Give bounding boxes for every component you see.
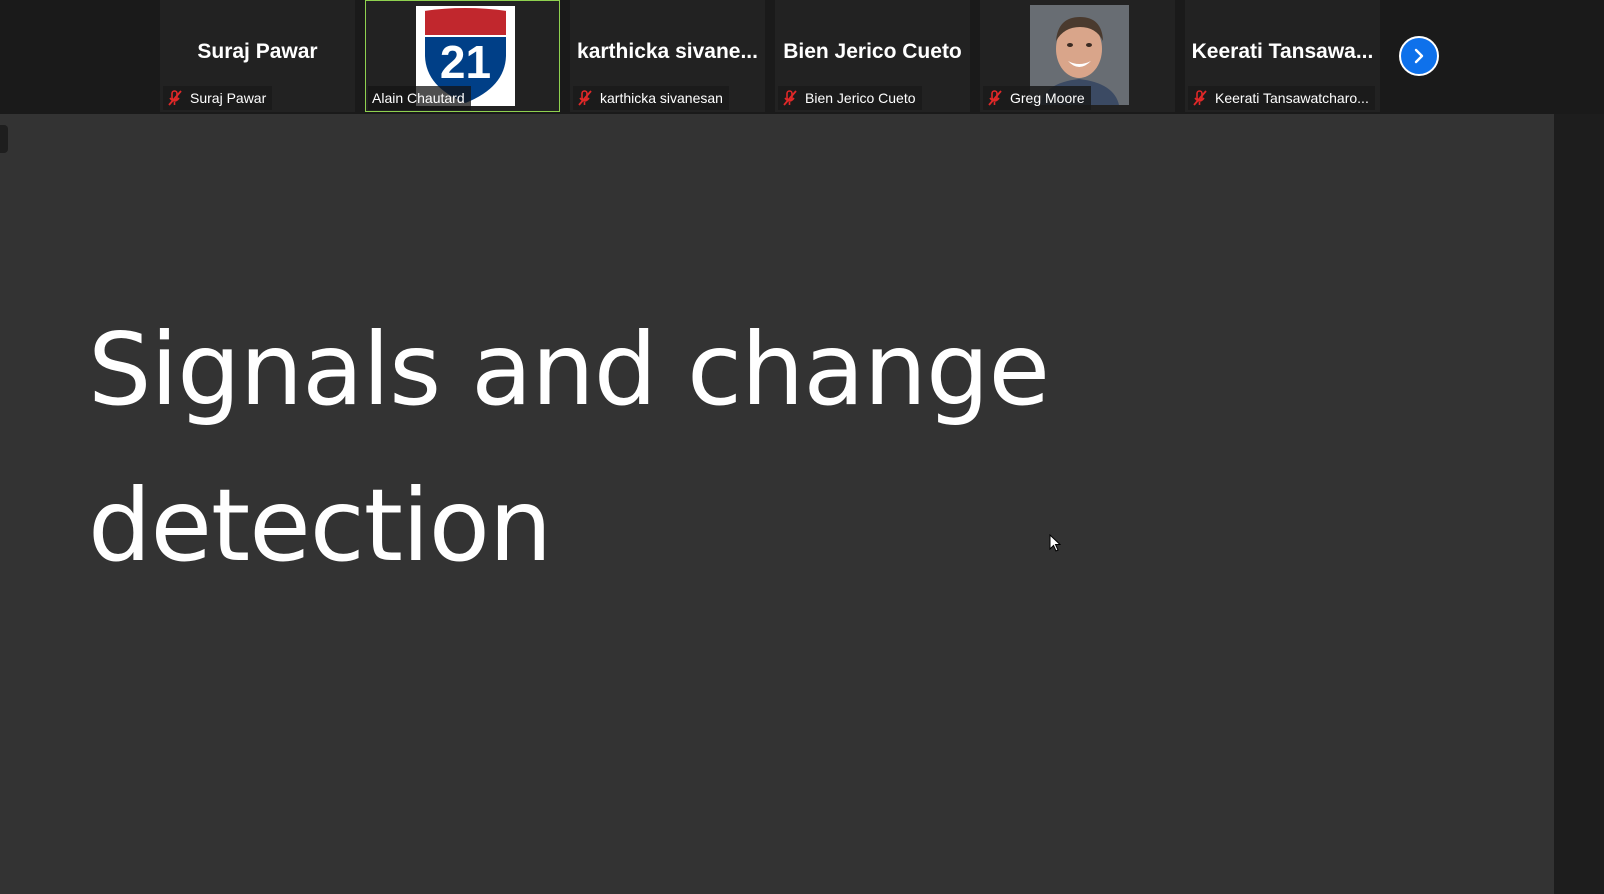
participant-tile-greg-moore[interactable]: Greg Moore: [980, 0, 1175, 112]
slide-title-line-2: detection: [88, 467, 552, 584]
participant-name-label: Suraj Pawar: [163, 86, 273, 110]
participant-display-name: Keerati Tansawa...: [1191, 40, 1374, 63]
participant-label-text: Greg Moore: [1010, 90, 1085, 106]
muted-microphone-icon: [578, 90, 592, 106]
shield-number: 21: [440, 36, 491, 88]
participant-name-label: Greg Moore: [983, 86, 1091, 110]
participant-name-label: Alain Chautard: [368, 86, 471, 110]
muted-microphone-icon: [168, 90, 182, 106]
participant-name-label: karthicka sivanesan: [573, 86, 729, 110]
participant-display-name: Bien Jerico Cueto: [783, 40, 962, 63]
participant-label-text: karthicka sivanesan: [600, 90, 723, 106]
slide-title: Signals and change detection: [88, 292, 1188, 604]
participant-name-label: Keerati Tansawatcharo...: [1188, 86, 1375, 110]
participant-display-name: Suraj Pawar: [197, 40, 318, 63]
participant-name-label: Bien Jerico Cueto: [778, 86, 922, 110]
sidebar-handle[interactable]: [0, 125, 8, 153]
participant-strip: Suraj Pawar Suraj Pawar 21 Alain Chautar…: [0, 0, 1604, 114]
right-margin-panel: [1554, 114, 1604, 894]
next-participants-button[interactable]: [1399, 36, 1439, 76]
participant-label-text: Suraj Pawar: [190, 90, 267, 106]
participant-label-text: Bien Jerico Cueto: [805, 90, 916, 106]
participant-tile-alain-chautard[interactable]: 21 Alain Chautard: [365, 0, 560, 112]
participant-tile-karthicka-sivanesan[interactable]: karthicka sivane... karthicka sivanesan: [570, 0, 765, 112]
participant-tile-bien-jerico-cueto[interactable]: Bien Jerico Cueto Bien Jerico Cueto: [775, 0, 970, 112]
chevron-right-icon: [1414, 48, 1424, 64]
participant-label-text: Alain Chautard: [372, 90, 465, 106]
participant-label-text: Keerati Tansawatcharo...: [1215, 90, 1369, 106]
mouse-cursor-icon: [1049, 534, 1061, 552]
muted-microphone-icon: [783, 90, 797, 106]
participant-tile-suraj-pawar[interactable]: Suraj Pawar Suraj Pawar: [160, 0, 355, 112]
participant-display-name: karthicka sivane...: [577, 40, 758, 63]
muted-microphone-icon: [988, 90, 1002, 106]
slide-title-line-1: Signals and change: [88, 311, 1050, 428]
muted-microphone-icon: [1193, 90, 1207, 106]
participant-tile-keerati[interactable]: Keerati Tansawa... Keerati Tansawatcharo…: [1185, 0, 1380, 112]
